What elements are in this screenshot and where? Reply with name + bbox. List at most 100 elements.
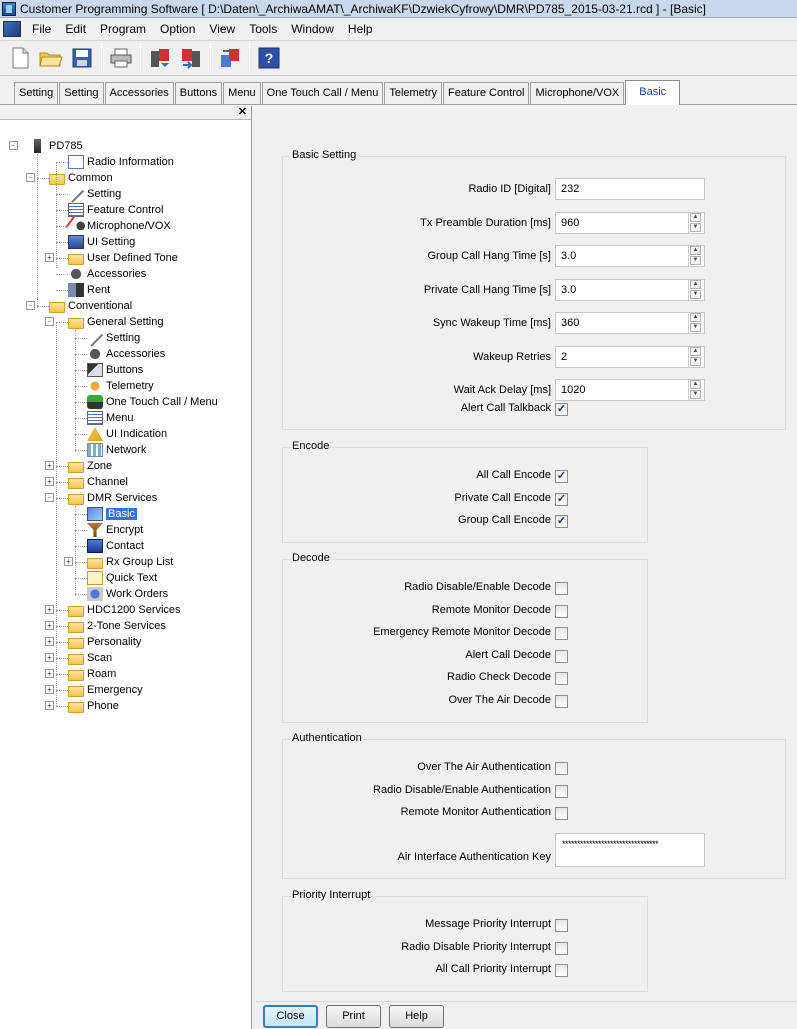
tree-node-accessories[interactable]: Accessories [87,346,165,362]
tree-node-personality[interactable]: Personality [68,634,141,650]
tree-node-phone[interactable]: Phone [68,698,119,714]
remote-monitor-decode-checkbox[interactable] [555,604,568,618]
menu-edit[interactable]: Edit [58,19,93,39]
tab-basic[interactable]: Basic [625,80,681,105]
collapse-icon[interactable]: - [45,493,54,502]
spin-down-icon[interactable]: ▼ [690,289,701,299]
expand-icon[interactable]: + [45,477,54,486]
wakeup-retries-field[interactable]: 2 [555,345,705,368]
spin-down-icon[interactable]: ▼ [690,323,701,332]
expand-icon[interactable]: + [45,685,54,694]
emergency-remote-monitor-decode-checkbox[interactable] [555,627,568,640]
remote-monitor-authentication-checkbox[interactable] [555,807,568,820]
expand-icon[interactable]: + [45,669,54,678]
expand-icon[interactable]: + [45,653,54,662]
radio-disable-enable-decode-checkbox[interactable] [555,582,568,595]
spin-down-icon[interactable]: ▼ [690,390,701,399]
tree-node-2-tone-services[interactable]: 2-Tone Services [68,618,166,634]
open-folder-icon[interactable] [37,44,65,72]
tree-node-scan[interactable]: Scan [68,650,112,666]
message-priority-interrupt-checkbox[interactable] [555,919,568,932]
expand-icon[interactable]: + [45,605,54,614]
radio-disable-priority-interrupt-checkbox[interactable] [555,941,568,955]
auth-key-field[interactable]: ******************************** [555,833,705,867]
expand-icon[interactable]: + [45,253,54,262]
tree-node-telemetry[interactable]: Telemetry [87,378,154,394]
collapse-icon[interactable]: - [9,141,18,150]
read-radio-icon[interactable] [146,44,174,72]
expand-icon[interactable]: + [64,557,73,566]
wait-ack-delay-ms-field[interactable]: 1020 [555,379,705,401]
tree-node-quick-text[interactable]: Quick Text [87,570,157,586]
tree-node-network[interactable]: Network [87,442,146,458]
menu-window[interactable]: Window [284,19,341,39]
spin-up-icon[interactable]: ▲ [690,246,701,255]
write-radio-icon[interactable] [177,44,205,72]
spin-down-icon[interactable]: ▼ [690,256,701,265]
tx-preamble-duration-ms-spinner[interactable]: ▲ ▼ [688,212,702,233]
collapse-icon[interactable]: - [26,301,35,310]
expand-icon[interactable]: + [45,701,54,710]
menu-view[interactable]: View [202,19,242,39]
tree-node-ui-indication[interactable]: UI Indication [87,426,167,442]
tree-node-pd785[interactable]: PD785 [30,138,83,154]
tab-accessories[interactable]: Accessories [104,82,174,104]
spin-down-icon[interactable]: ▼ [690,356,701,366]
tree-node-accessories[interactable]: Accessories [68,266,146,282]
menu-help[interactable]: Help [341,19,380,39]
spin-up-icon[interactable]: ▲ [690,346,701,356]
wait-ack-delay-ms-spinner[interactable]: ▲ ▼ [688,380,702,400]
tree-node-channel[interactable]: Channel [68,474,128,490]
help-icon[interactable]: ? [255,44,283,72]
private-call-hang-time-s-field[interactable]: 3.0 [555,278,705,301]
tree-node-work-orders[interactable]: Work Orders [87,586,168,602]
expand-icon[interactable]: + [45,637,54,646]
tree-node-rent[interactable]: Rent [68,282,110,298]
tree-node-ui-setting[interactable]: UI Setting [68,234,135,250]
tab-telemetry[interactable]: Telemetry [384,82,443,104]
tree-node-dmr-services[interactable]: DMR Services [68,490,157,506]
over-the-air-authentication-checkbox[interactable] [555,762,568,775]
tree-node-conventional[interactable]: Conventional [49,298,132,314]
radio-check-decode-checkbox[interactable] [555,672,568,685]
alert-call-decode-checkbox[interactable] [555,649,568,663]
tab-microphone-vox[interactable]: Microphone/VOX [530,82,625,104]
tree-node-setting[interactable]: Setting [67,185,121,203]
collapse-icon[interactable]: - [26,173,35,182]
group-call-hang-time-s-spinner[interactable]: ▲ ▼ [688,246,702,266]
private-call-encode-checkbox[interactable]: ✓ [555,492,568,506]
expand-icon[interactable]: + [45,461,54,470]
spin-down-icon[interactable]: ▼ [690,222,701,232]
menu-option[interactable]: Option [153,19,202,39]
tab-setting-general[interactable]: Setting [59,82,104,104]
spin-up-icon[interactable]: ▲ [690,380,701,389]
collapse-icon[interactable]: - [45,317,54,326]
menu-file[interactable]: File [25,19,58,39]
tree-node-common[interactable]: Common [49,170,113,186]
help-button[interactable]: Help [389,1005,444,1028]
tree-node-contact[interactable]: Contact [87,538,144,554]
spin-up-icon[interactable]: ▲ [690,212,701,222]
sync-wakeup-time-ms-spinner[interactable]: ▲ ▼ [688,313,702,333]
spin-up-icon[interactable]: ▲ [690,313,701,322]
document-window-icon[interactable] [3,21,21,37]
tree-node-radio-information[interactable]: Radio Information [68,154,174,170]
close-pane-icon[interactable]: ✕ [238,105,247,118]
tree-node-menu[interactable]: Menu [87,410,134,426]
tree-node-buttons[interactable]: Buttons [87,362,143,378]
radio-disable-enable-authentication-checkbox[interactable] [555,784,568,798]
tree-node-general-setting[interactable]: General Setting [68,314,163,330]
tree-node-one-touch-call-menu[interactable]: One Touch Call / Menu [87,394,218,410]
all-call-priority-interrupt-checkbox[interactable] [555,964,568,977]
over-the-air-decode-checkbox[interactable] [555,694,568,708]
close-button[interactable]: Close [263,1005,318,1028]
menu-tools[interactable]: Tools [242,19,284,39]
tx-preamble-duration-ms-field[interactable]: 960 [555,211,705,234]
group-call-hang-time-s-field[interactable]: 3.0 [555,245,705,267]
radio-id-digital-field[interactable]: 232 [555,178,705,200]
new-file-icon[interactable] [6,44,34,72]
tree-node-zone[interactable]: Zone [68,458,112,474]
tab-one-touch-call-menu[interactable]: One Touch Call / Menu [261,82,384,104]
tab-menu[interactable]: Menu [223,82,261,104]
wakeup-retries-spinner[interactable]: ▲ ▼ [688,346,702,367]
